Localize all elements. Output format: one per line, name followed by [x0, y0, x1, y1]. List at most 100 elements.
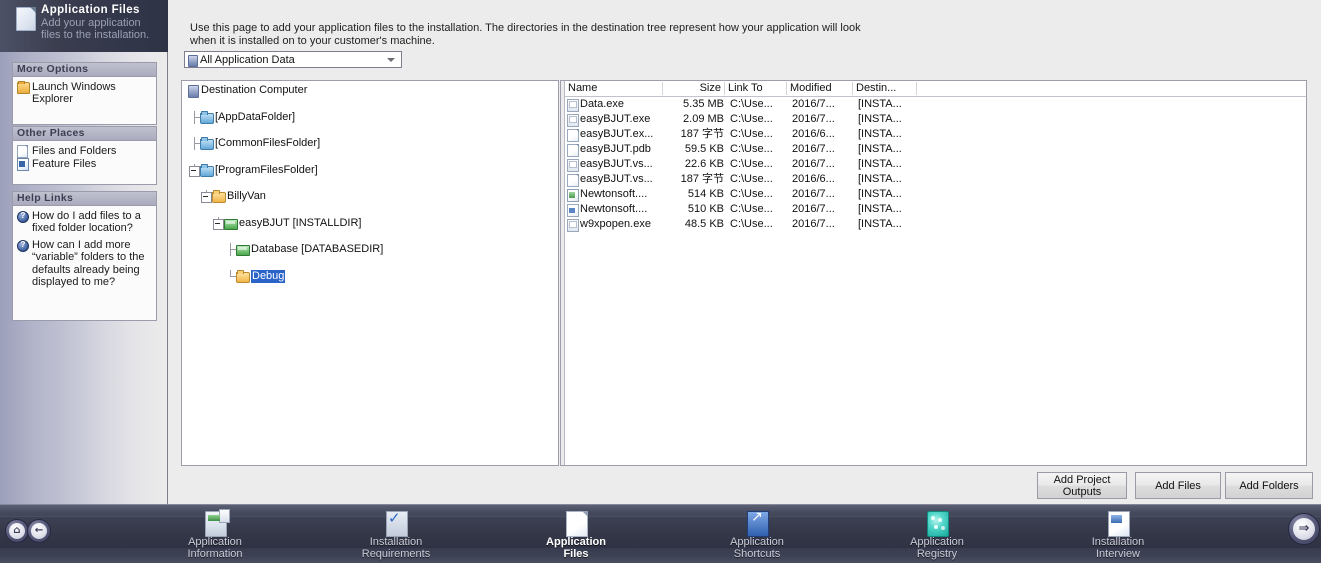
sidebar-item-feature-files[interactable]: Feature Files	[16, 158, 153, 172]
help-link-label: How can I add more “variable” folders to…	[32, 238, 145, 289]
cell-destination: [INSTA...	[858, 188, 902, 200]
table-row[interactable]: easyBJUT.pdb 59.5 KB C:\Use... 2016/7... [IN…	[567, 142, 1306, 157]
tree-node-label: [CommonFilesFolder]	[215, 137, 321, 149]
column-header-name[interactable]: Name	[565, 82, 663, 95]
file-list-header: Name Size Link To Modified Destin...	[565, 81, 1306, 97]
nav-item-label-line2: Files	[563, 548, 589, 560]
installation-interview-icon	[1108, 511, 1130, 537]
cell-name: w9xpopen.exe	[580, 218, 651, 230]
forward-arrow-icon: ⇒	[1293, 518, 1315, 540]
forward-button[interactable]: ⇒	[1288, 513, 1320, 545]
cell-destination: [INSTA...	[858, 113, 902, 125]
back-button[interactable]: ←	[27, 519, 51, 543]
table-row[interactable]: easyBJUT.vs... 187 字节 C:\Use... 2016/6... [I…	[567, 172, 1306, 187]
cell-modified: 2016/7...	[792, 113, 835, 125]
file-icon	[567, 129, 579, 142]
application-registry-icon	[927, 511, 949, 537]
tree-node-appdatafolder[interactable]: [AppDataFolder]	[186, 110, 556, 124]
table-row[interactable]: Data.exe 5.35 MB C:\Use... 2016/7... [INSTA.…	[567, 97, 1306, 112]
page-title: Application Files	[41, 4, 140, 16]
main-content: Use this page to add your application fi…	[168, 0, 1321, 504]
table-row[interactable]: easyBJUT.exe 2.09 MB C:\Use... 2016/7... [IN…	[567, 112, 1306, 127]
cell-link-to: C:\Use...	[730, 173, 773, 185]
tree-node-billyvan[interactable]: BillyVan	[186, 190, 556, 203]
table-row[interactable]: easyBJUT.vs... 22.6 KB C:\Use... 2016/7... […	[567, 157, 1306, 172]
column-header-destin-[interactable]: Destin...	[853, 82, 917, 95]
folder-yellow-icon	[212, 190, 226, 203]
dll-icon	[567, 189, 579, 202]
tree-node-label: Debug	[251, 269, 286, 283]
panel-more-options: More Options Launch Windows Explorer	[12, 62, 157, 125]
nav-item-label-line2: Information	[187, 548, 243, 560]
cell-name: easyBJUT.exe	[580, 113, 651, 125]
installer-application-files-page: Application Files Add your application f…	[0, 0, 1321, 563]
tree-expander-icon[interactable]	[213, 218, 224, 230]
cell-name: easyBJUT.vs...	[580, 158, 653, 170]
application-data-filter-combo[interactable]: All Application Data	[184, 51, 402, 68]
cell-modified: 2016/7...	[792, 143, 835, 155]
panel-other-places-title: Other Places	[13, 127, 156, 141]
cell-size: 2.09 MB	[683, 113, 724, 125]
exe-icon	[567, 99, 579, 112]
destination-computer-icon	[188, 85, 199, 98]
column-header-size[interactable]: Size	[663, 82, 725, 95]
exe-icon	[567, 159, 579, 172]
tree-node-root[interactable]: Destination Computer	[186, 84, 556, 98]
column-header-modified[interactable]: Modified	[787, 82, 853, 95]
sidebar-item-launch-windows-explorer[interactable]: Launch Windows Explorer	[16, 81, 153, 106]
application-files-icon	[566, 511, 588, 537]
add-folders-button[interactable]: Add Folders	[1225, 472, 1313, 499]
table-row[interactable]: easyBJUT.ex... 187 字节 C:\Use... 2016/6... [I…	[567, 127, 1306, 142]
file-page-icon	[16, 7, 36, 31]
panel-help-links-title: Help Links	[13, 192, 156, 206]
column-header-filler	[917, 82, 1306, 95]
cell-name: easyBJUT.pdb	[580, 143, 651, 155]
xml-icon	[567, 204, 579, 217]
file-list-panel[interactable]: Name Size Link To Modified Destin... Data.ex…	[560, 80, 1307, 466]
panel-other-places: Other Places Files and Folders Feature F…	[12, 126, 157, 185]
tree-node-programfilesfolder[interactable]: [ProgramFilesFolder]	[186, 163, 556, 177]
cell-size: 187 字节	[680, 128, 724, 140]
sidebar-item-label: Feature Files	[32, 158, 97, 171]
table-row[interactable]: w9xpopen.exe 48.5 KB C:\Use... 2016/7... [IN…	[567, 217, 1306, 232]
home-button[interactable]: ⌂	[5, 519, 29, 543]
help-link-fixed-folder[interactable]: How do I add files to a fixed folder loc…	[16, 210, 153, 235]
cell-name: easyBJUT.vs...	[580, 173, 653, 185]
add-files-button[interactable]: Add Files	[1135, 472, 1221, 499]
cell-modified: 2016/7...	[792, 218, 835, 230]
column-header-link-to[interactable]: Link To	[725, 82, 787, 95]
tree-expander-icon[interactable]	[189, 165, 200, 177]
folder-yellow-icon	[236, 269, 250, 283]
tree-node-easybjut[interactable]: easyBJUT [INSTALLDIR]	[186, 216, 556, 230]
cell-modified: 2016/7...	[792, 158, 835, 170]
data-folder-icon	[188, 55, 198, 67]
cell-name: Newtonsoft....	[580, 203, 648, 215]
cell-name: easyBJUT.ex...	[580, 128, 654, 140]
chevron-down-icon[interactable]	[387, 58, 395, 62]
table-row[interactable]: Newtonsoft.... 510 KB C:\Use... 2016/7... [I…	[567, 202, 1306, 217]
cell-destination: [INSTA...	[858, 158, 902, 170]
tree-node-debug[interactable]: Debug	[186, 269, 556, 283]
cell-modified: 2016/7...	[792, 188, 835, 200]
cell-modified: 2016/6...	[792, 128, 835, 140]
destination-tree-panel[interactable]: Destination Computer [AppDataFolder] [Com…	[181, 80, 559, 466]
tree-node-label: [ProgramFilesFolder]	[215, 163, 318, 176]
add-project-outputs-button[interactable]: Add Project Outputs	[1037, 472, 1127, 499]
table-row[interactable]: Newtonsoft.... 514 KB C:\Use... 2016/7... [I…	[567, 187, 1306, 202]
tree-node-database[interactable]: Database [DATABASEDIR]	[186, 243, 556, 256]
tree-node-label: easyBJUT [INSTALLDIR]	[239, 216, 362, 229]
feature-icon	[17, 158, 29, 172]
cell-size: 510 KB	[687, 203, 724, 215]
cell-size: 187 字节	[680, 173, 724, 185]
panel-help-links: Help Links How do I add files to a fixed…	[12, 191, 157, 321]
cell-destination: [INSTA...	[858, 173, 902, 185]
help-link-variable-folders[interactable]: How can I add more “variable” folders to…	[16, 239, 153, 289]
sidebar-header: Application Files Add your application f…	[0, 0, 168, 52]
sidebar-item-files-and-folders[interactable]: Files and Folders	[16, 145, 153, 158]
tree-expander-icon[interactable]	[201, 192, 212, 203]
cell-size: 5.35 MB	[683, 98, 724, 110]
tree-node-label: Destination Computer	[201, 84, 308, 96]
tree-node-commonfilesfolder[interactable]: [CommonFilesFolder]	[186, 137, 556, 150]
destination-tree: Destination Computer [AppDataFolder] [Com…	[186, 84, 556, 283]
folder-blue-icon	[200, 110, 214, 124]
